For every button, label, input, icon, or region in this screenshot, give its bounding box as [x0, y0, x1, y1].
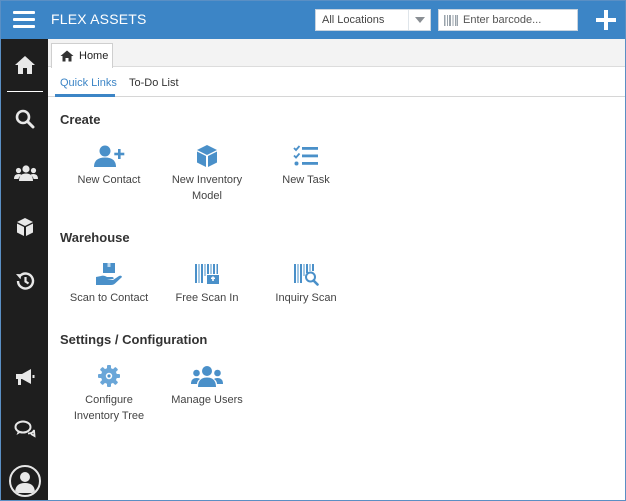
scan-to-contact-label: Scan to Contact — [69, 292, 149, 304]
new-contact-label: New Contact — [77, 174, 141, 186]
location-select-value: All Locations — [322, 14, 385, 26]
sidebar-item-announcements[interactable] — [1, 357, 48, 397]
new-inventory-model-label-line1: New Inventory — [171, 174, 243, 186]
tab-quick-links[interactable]: Quick Links — [60, 77, 117, 89]
configure-inventory-tree-link[interactable]: Configure Inventory Tree — [64, 364, 154, 424]
sidebar-item-inventory[interactable] — [1, 207, 48, 247]
sidebar-divider — [7, 91, 43, 92]
new-task-link[interactable]: New Task — [261, 144, 351, 188]
sidebar-item-contacts[interactable] — [1, 153, 48, 193]
sidebar-item-history[interactable] — [1, 261, 48, 301]
new-task-label: New Task — [282, 174, 330, 186]
section-title-settings: Settings / Configuration — [60, 332, 208, 347]
chat-icon — [14, 420, 36, 438]
task-list-icon — [293, 145, 318, 166]
barcode-input[interactable] — [463, 12, 575, 28]
chevron-down-icon — [415, 17, 425, 23]
tab-home[interactable]: Home — [51, 43, 113, 68]
new-inventory-model-label-line2: Model — [192, 190, 222, 202]
sidebar — [1, 39, 48, 500]
top-bar: FLEX ASSETS All Locations — [1, 1, 625, 39]
barcode-scan-in-icon — [195, 264, 219, 284]
barcode-field[interactable] — [438, 9, 578, 31]
home-icon — [60, 50, 74, 62]
cube-icon — [17, 218, 33, 236]
barcode-icon — [444, 15, 458, 26]
tab-home-label: Home — [79, 50, 109, 62]
tab-strip: Home — [48, 39, 625, 68]
section-title-warehouse: Warehouse — [60, 230, 130, 245]
app-window: FLEX ASSETS All Locations Enter barcode.… — [0, 0, 626, 501]
inquiry-scan-link[interactable]: Inquiry Scan — [261, 262, 351, 306]
new-inventory-model-label: New Inventory Model — [162, 172, 252, 204]
manage-users-link[interactable]: Manage Users — [162, 364, 252, 408]
add-button[interactable] — [595, 9, 617, 31]
user-avatar-icon[interactable] — [9, 465, 41, 497]
home-icon — [15, 56, 35, 74]
free-scan-in-link[interactable]: Free Scan In — [162, 262, 252, 306]
gear-icon — [98, 365, 120, 387]
add-contact-icon — [94, 145, 125, 167]
menu-icon[interactable] — [13, 11, 35, 29]
section-title-create: Create — [60, 112, 101, 127]
sidebar-item-home[interactable] — [1, 45, 48, 85]
hand-box-icon — [96, 263, 122, 285]
inquiry-scan-label: Inquiry Scan — [275, 292, 337, 304]
app-title: FLEX ASSETS — [51, 11, 147, 27]
new-contact-link[interactable]: New Contact — [64, 144, 154, 188]
location-select[interactable]: All Locations — [315, 9, 431, 31]
new-inventory-model-link[interactable]: New Inventory Model — [162, 144, 252, 204]
free-scan-in-label: Free Scan In — [175, 292, 239, 304]
manage-users-label: Manage Users — [171, 394, 243, 406]
cube-icon — [197, 145, 217, 167]
configure-inventory-tree-label-line2: Inventory Tree — [73, 410, 145, 422]
location-dropdown-toggle[interactable] — [408, 10, 430, 30]
history-icon — [16, 272, 35, 290]
subtab-bar: Quick Links To-Do List — [48, 67, 625, 97]
search-icon — [15, 109, 35, 129]
sidebar-item-messages[interactable] — [1, 409, 48, 449]
megaphone-icon — [16, 369, 35, 385]
configure-inventory-tree-label: Configure Inventory Tree — [64, 392, 154, 424]
scan-to-contact-link[interactable]: Scan to Contact — [64, 262, 154, 306]
sidebar-item-search[interactable] — [1, 99, 48, 139]
users-icon — [14, 165, 38, 181]
barcode-search-icon — [294, 264, 319, 286]
tab-todo-list[interactable]: To-Do List — [129, 77, 179, 89]
users-icon — [191, 366, 223, 387]
configure-inventory-tree-label-line1: Configure — [85, 394, 133, 406]
active-tab-indicator — [55, 94, 115, 97]
